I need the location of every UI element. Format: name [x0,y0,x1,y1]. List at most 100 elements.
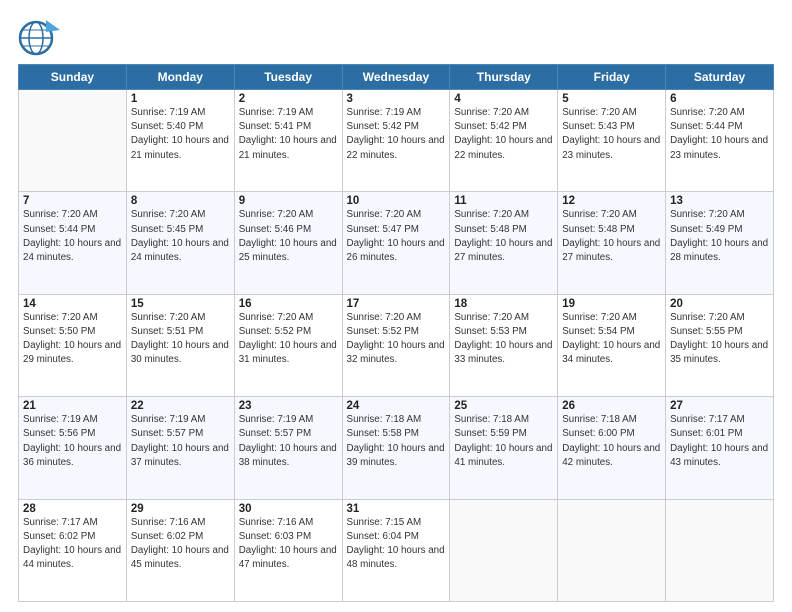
calendar-cell: 5Sunrise: 7:20 AMSunset: 5:43 PMDaylight… [558,90,666,192]
calendar-cell: 15Sunrise: 7:20 AMSunset: 5:51 PMDayligh… [126,294,234,396]
day-number: 17 [347,298,446,310]
day-number: 31 [347,503,446,515]
day-detail: Sunrise: 7:19 AMSunset: 5:40 PMDaylight:… [131,106,230,163]
calendar-cell: 13Sunrise: 7:20 AMSunset: 5:49 PMDayligh… [666,192,774,294]
day-detail: Sunrise: 7:20 AMSunset: 5:53 PMDaylight:… [454,311,553,368]
day-detail: Sunrise: 7:15 AMSunset: 6:04 PMDaylight:… [347,516,446,573]
calendar-cell: 11Sunrise: 7:20 AMSunset: 5:48 PMDayligh… [450,192,558,294]
day-detail: Sunrise: 7:16 AMSunset: 6:02 PMDaylight:… [131,516,230,573]
header [18,18,774,56]
calendar-cell: 21Sunrise: 7:19 AMSunset: 5:56 PMDayligh… [19,397,127,499]
day-number: 25 [454,400,553,412]
day-detail: Sunrise: 7:18 AMSunset: 5:58 PMDaylight:… [347,413,446,470]
day-number: 2 [239,93,338,105]
calendar-cell: 29Sunrise: 7:16 AMSunset: 6:02 PMDayligh… [126,499,234,601]
day-number: 26 [562,400,661,412]
logo [18,18,64,56]
day-number: 22 [131,400,230,412]
calendar-cell: 22Sunrise: 7:19 AMSunset: 5:57 PMDayligh… [126,397,234,499]
calendar-cell: 18Sunrise: 7:20 AMSunset: 5:53 PMDayligh… [450,294,558,396]
day-detail: Sunrise: 7:20 AMSunset: 5:52 PMDaylight:… [347,311,446,368]
calendar-week-1: 1Sunrise: 7:19 AMSunset: 5:40 PMDaylight… [19,90,774,192]
calendar-header-monday: Monday [126,65,234,90]
day-number: 10 [347,195,446,207]
day-detail: Sunrise: 7:17 AMSunset: 6:01 PMDaylight:… [670,413,769,470]
day-number: 19 [562,298,661,310]
calendar-cell [19,90,127,192]
day-detail: Sunrise: 7:20 AMSunset: 5:49 PMDaylight:… [670,208,769,265]
calendar-cell: 20Sunrise: 7:20 AMSunset: 5:55 PMDayligh… [666,294,774,396]
day-number: 14 [23,298,122,310]
day-number: 3 [347,93,446,105]
calendar-cell: 12Sunrise: 7:20 AMSunset: 5:48 PMDayligh… [558,192,666,294]
calendar-header-saturday: Saturday [666,65,774,90]
calendar-cell: 30Sunrise: 7:16 AMSunset: 6:03 PMDayligh… [234,499,342,601]
calendar-cell [450,499,558,601]
calendar-cell: 17Sunrise: 7:20 AMSunset: 5:52 PMDayligh… [342,294,450,396]
day-detail: Sunrise: 7:20 AMSunset: 5:43 PMDaylight:… [562,106,661,163]
calendar-week-5: 28Sunrise: 7:17 AMSunset: 6:02 PMDayligh… [19,499,774,601]
day-number: 30 [239,503,338,515]
calendar-cell: 1Sunrise: 7:19 AMSunset: 5:40 PMDaylight… [126,90,234,192]
day-detail: Sunrise: 7:20 AMSunset: 5:46 PMDaylight:… [239,208,338,265]
calendar-header-thursday: Thursday [450,65,558,90]
calendar-cell [666,499,774,601]
day-number: 12 [562,195,661,207]
calendar-cell: 25Sunrise: 7:18 AMSunset: 5:59 PMDayligh… [450,397,558,499]
calendar-cell: 10Sunrise: 7:20 AMSunset: 5:47 PMDayligh… [342,192,450,294]
calendar-cell: 27Sunrise: 7:17 AMSunset: 6:01 PMDayligh… [666,397,774,499]
calendar-cell: 8Sunrise: 7:20 AMSunset: 5:45 PMDaylight… [126,192,234,294]
calendar-cell: 19Sunrise: 7:20 AMSunset: 5:54 PMDayligh… [558,294,666,396]
day-detail: Sunrise: 7:20 AMSunset: 5:44 PMDaylight:… [23,208,122,265]
day-detail: Sunrise: 7:20 AMSunset: 5:45 PMDaylight:… [131,208,230,265]
day-detail: Sunrise: 7:19 AMSunset: 5:57 PMDaylight:… [239,413,338,470]
day-detail: Sunrise: 7:19 AMSunset: 5:57 PMDaylight:… [131,413,230,470]
day-detail: Sunrise: 7:20 AMSunset: 5:44 PMDaylight:… [670,106,769,163]
day-detail: Sunrise: 7:20 AMSunset: 5:48 PMDaylight:… [454,208,553,265]
day-number: 13 [670,195,769,207]
day-number: 9 [239,195,338,207]
calendar-week-3: 14Sunrise: 7:20 AMSunset: 5:50 PMDayligh… [19,294,774,396]
day-number: 6 [670,93,769,105]
day-detail: Sunrise: 7:16 AMSunset: 6:03 PMDaylight:… [239,516,338,573]
day-number: 4 [454,93,553,105]
page: SundayMondayTuesdayWednesdayThursdayFrid… [0,0,792,612]
calendar-header-sunday: Sunday [19,65,127,90]
day-detail: Sunrise: 7:20 AMSunset: 5:54 PMDaylight:… [562,311,661,368]
calendar-cell: 14Sunrise: 7:20 AMSunset: 5:50 PMDayligh… [19,294,127,396]
day-detail: Sunrise: 7:20 AMSunset: 5:47 PMDaylight:… [347,208,446,265]
calendar-header-tuesday: Tuesday [234,65,342,90]
day-detail: Sunrise: 7:19 AMSunset: 5:41 PMDaylight:… [239,106,338,163]
day-detail: Sunrise: 7:20 AMSunset: 5:50 PMDaylight:… [23,311,122,368]
day-detail: Sunrise: 7:20 AMSunset: 5:42 PMDaylight:… [454,106,553,163]
day-number: 23 [239,400,338,412]
day-number: 1 [131,93,230,105]
day-number: 7 [23,195,122,207]
day-number: 11 [454,195,553,207]
day-number: 18 [454,298,553,310]
day-detail: Sunrise: 7:20 AMSunset: 5:52 PMDaylight:… [239,311,338,368]
day-detail: Sunrise: 7:20 AMSunset: 5:51 PMDaylight:… [131,311,230,368]
day-detail: Sunrise: 7:20 AMSunset: 5:55 PMDaylight:… [670,311,769,368]
calendar-table: SundayMondayTuesdayWednesdayThursdayFrid… [18,64,774,602]
calendar-cell: 9Sunrise: 7:20 AMSunset: 5:46 PMDaylight… [234,192,342,294]
calendar-header-friday: Friday [558,65,666,90]
logo-globe-icon [18,18,60,56]
day-number: 16 [239,298,338,310]
calendar-cell: 23Sunrise: 7:19 AMSunset: 5:57 PMDayligh… [234,397,342,499]
calendar-header-row: SundayMondayTuesdayWednesdayThursdayFrid… [19,65,774,90]
calendar-cell [558,499,666,601]
day-detail: Sunrise: 7:19 AMSunset: 5:56 PMDaylight:… [23,413,122,470]
calendar-cell: 28Sunrise: 7:17 AMSunset: 6:02 PMDayligh… [19,499,127,601]
calendar-cell: 24Sunrise: 7:18 AMSunset: 5:58 PMDayligh… [342,397,450,499]
day-number: 21 [23,400,122,412]
calendar-cell: 3Sunrise: 7:19 AMSunset: 5:42 PMDaylight… [342,90,450,192]
day-number: 8 [131,195,230,207]
calendar-cell: 7Sunrise: 7:20 AMSunset: 5:44 PMDaylight… [19,192,127,294]
calendar-cell: 16Sunrise: 7:20 AMSunset: 5:52 PMDayligh… [234,294,342,396]
calendar-cell: 2Sunrise: 7:19 AMSunset: 5:41 PMDaylight… [234,90,342,192]
day-detail: Sunrise: 7:18 AMSunset: 6:00 PMDaylight:… [562,413,661,470]
day-number: 15 [131,298,230,310]
day-number: 28 [23,503,122,515]
calendar-cell: 6Sunrise: 7:20 AMSunset: 5:44 PMDaylight… [666,90,774,192]
